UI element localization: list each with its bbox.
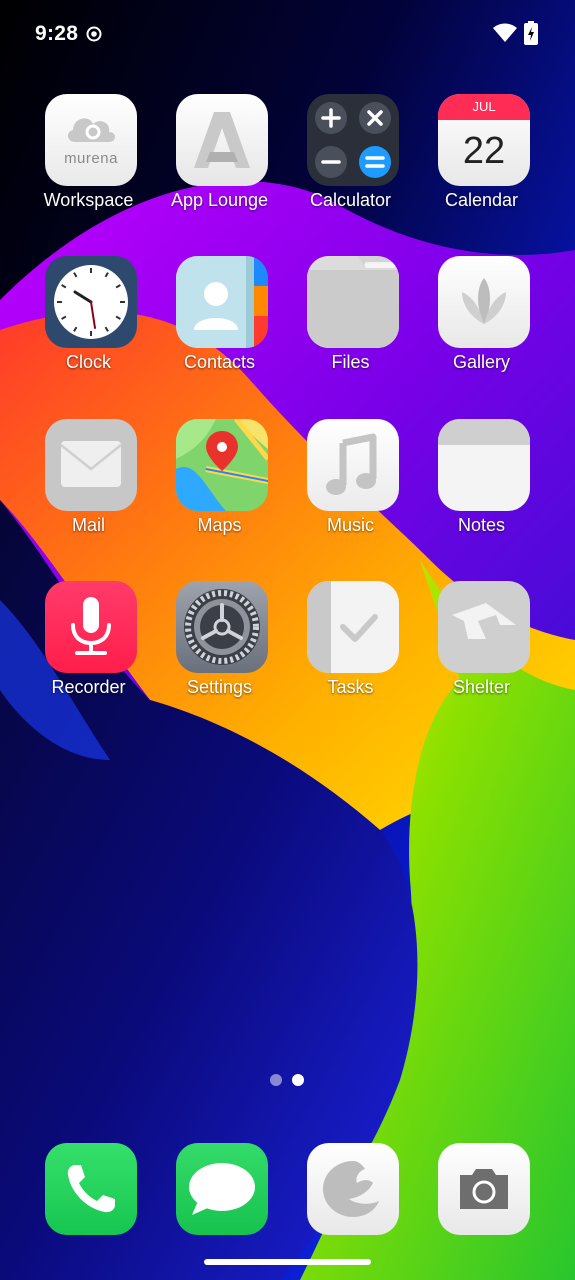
home-gesture-bar[interactable]	[204, 1259, 371, 1265]
dock-browser[interactable]	[307, 1143, 399, 1235]
app-label: App Lounge	[170, 190, 269, 210]
app-clock[interactable]: Clock	[23, 256, 154, 386]
app-shelter[interactable]: Shelter	[416, 581, 547, 711]
calendar-month: JUL	[472, 99, 496, 114]
mail-icon	[45, 419, 137, 511]
app-tasks[interactable]: Tasks	[285, 581, 416, 711]
calculator-icon	[307, 94, 399, 186]
wifi-icon	[493, 23, 517, 42]
app-label: Tasks	[327, 677, 374, 697]
microphone-icon	[45, 581, 137, 673]
tasks-icon	[307, 581, 399, 673]
status-bar: 9:28	[0, 0, 575, 70]
music-icon	[307, 419, 399, 511]
clock-time: 9:28	[35, 22, 79, 45]
app-contacts[interactable]: Contacts	[154, 256, 285, 386]
app-label: Maps	[197, 515, 242, 535]
app-label: Calendar	[444, 190, 519, 210]
messages-icon	[189, 1163, 255, 1215]
app-calendar[interactable]: JUL 22 Calendar	[416, 94, 547, 224]
page-dot-1[interactable]	[270, 1074, 282, 1086]
phone-icon	[67, 1165, 115, 1213]
page-dot-2-active[interactable]	[292, 1074, 304, 1086]
clock-icon	[45, 256, 137, 348]
app-label: Music	[326, 515, 374, 535]
app-files[interactable]: Files	[285, 256, 416, 386]
app-calculator[interactable]: Calculator	[285, 94, 416, 224]
maps-icon	[176, 419, 268, 511]
app-workspace[interactable]: murena Workspace	[23, 94, 154, 224]
app-mail[interactable]: Mail	[23, 419, 154, 549]
camera-icon	[460, 1169, 508, 1209]
browser-icon	[323, 1161, 379, 1217]
app-label: Gallery	[452, 352, 510, 372]
dock-messages[interactable]	[176, 1143, 268, 1235]
location-dot-icon	[86, 26, 102, 42]
gear-icon	[176, 581, 268, 673]
app-recorder[interactable]: Recorder	[23, 581, 154, 711]
app-label: Workspace	[43, 190, 134, 210]
app-label: Calculator	[309, 190, 392, 210]
app-label: Settings	[186, 677, 253, 697]
app-label: Files	[331, 352, 370, 372]
app-label: Clock	[65, 352, 111, 372]
folder-icon	[307, 256, 399, 348]
app-label: Recorder	[51, 677, 126, 697]
app-maps[interactable]: Maps	[154, 419, 285, 549]
app-label: Notes	[457, 515, 506, 535]
app-label: Shelter	[452, 677, 511, 697]
app-music[interactable]: Music	[285, 419, 416, 549]
app-app-lounge[interactable]: App Lounge	[154, 94, 285, 224]
calendar-day: 22	[462, 130, 506, 172]
app-lounge-icon	[176, 94, 268, 186]
calendar-icon: JUL 22	[438, 94, 530, 186]
shelter-icon	[438, 581, 530, 673]
dock-camera[interactable]	[438, 1143, 530, 1235]
app-label: Mail	[71, 515, 105, 535]
murena-wordmark: murena	[64, 150, 118, 167]
app-notes[interactable]: Notes	[416, 419, 547, 549]
dock-phone[interactable]	[45, 1143, 137, 1235]
app-gallery[interactable]: Gallery	[416, 256, 547, 386]
app-label: Contacts	[183, 352, 256, 372]
notes-icon	[438, 419, 530, 511]
battery-charging-icon	[524, 21, 538, 45]
gallery-icon	[438, 256, 530, 348]
app-settings[interactable]: Settings	[154, 581, 285, 711]
murena-workspace-icon: murena	[45, 94, 137, 186]
contacts-icon	[176, 256, 268, 348]
